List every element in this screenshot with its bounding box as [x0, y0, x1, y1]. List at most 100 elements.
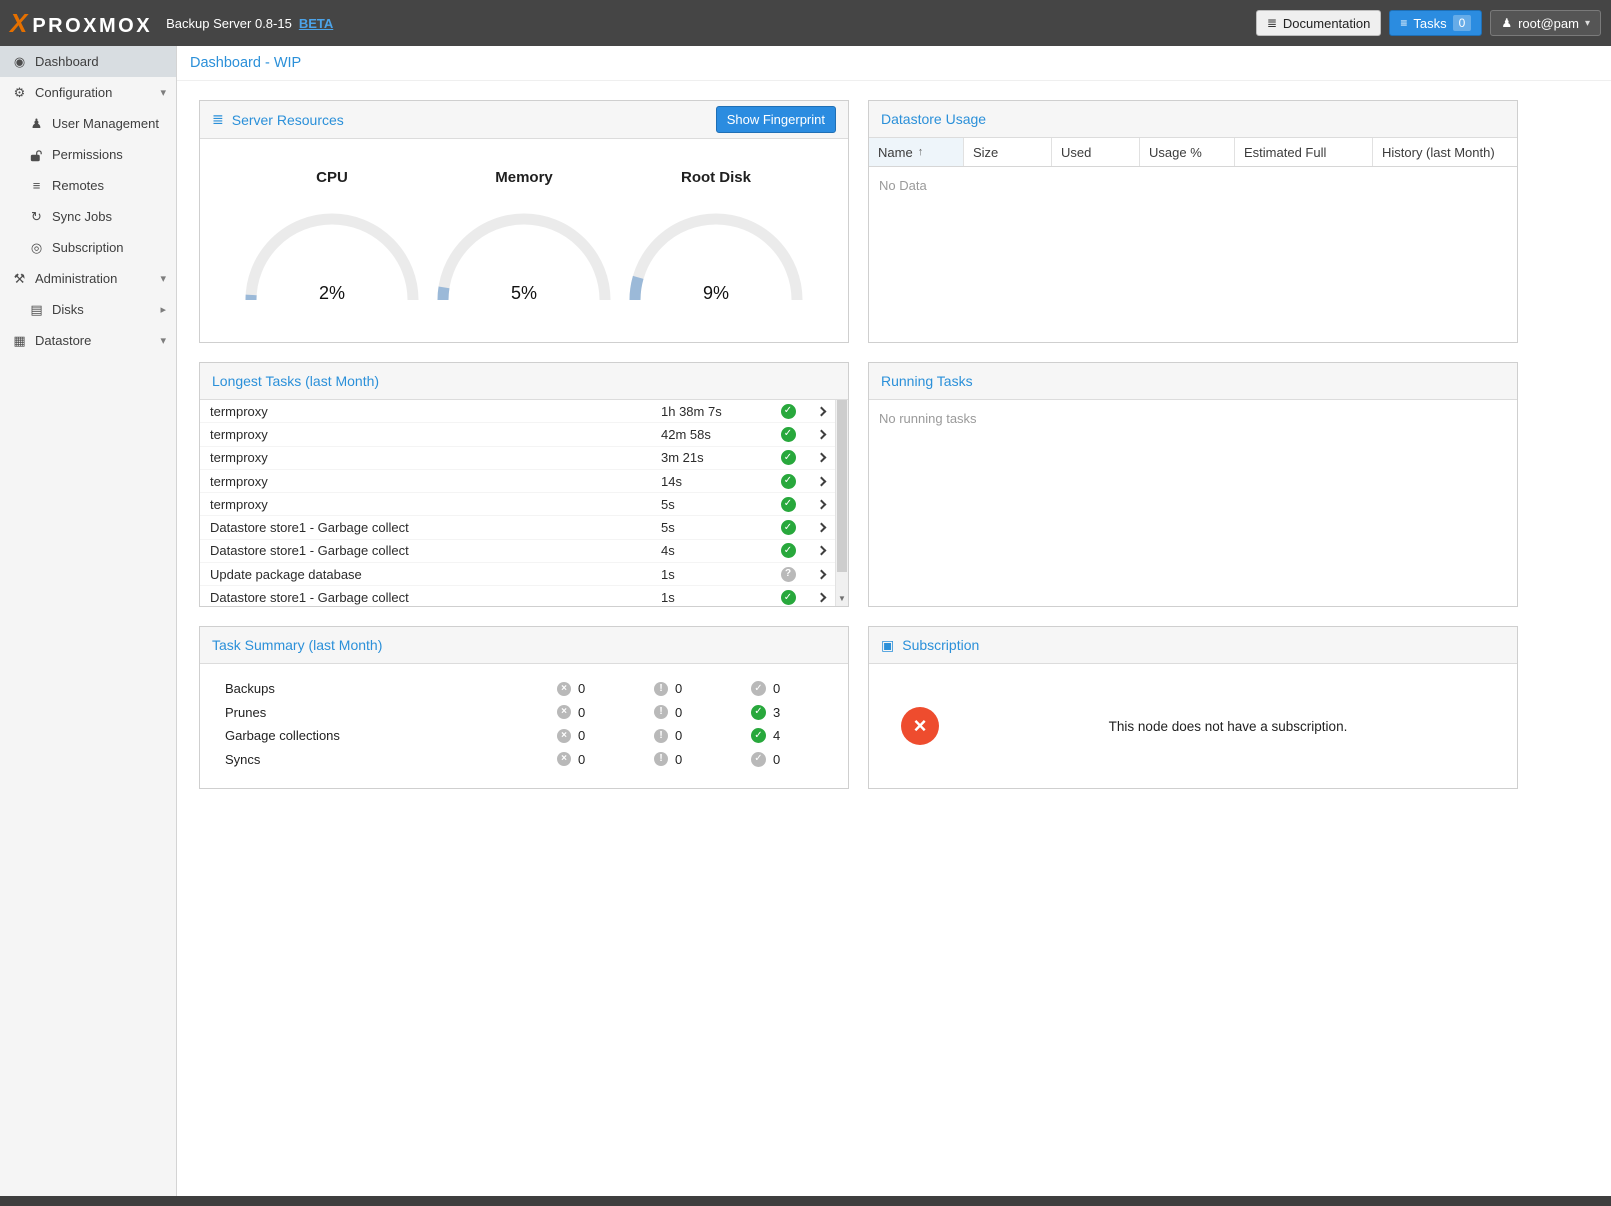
caret-down-icon[interactable]: ▾: [160, 86, 166, 99]
sidebar-item-user-management[interactable]: ♟ User Management: [0, 108, 176, 139]
chevron-right-icon[interactable]: [807, 524, 835, 531]
panel-title: Server Resources: [232, 112, 344, 128]
sidebar-item-configuration[interactable]: ⚙ Configuration ▾: [0, 77, 176, 108]
hdd-icon: ▤: [28, 303, 45, 316]
cpu-percent: 2%: [242, 283, 422, 304]
show-fingerprint-button[interactable]: Show Fingerprint: [716, 106, 836, 133]
task-row[interactable]: termproxy 1h 38m 7s ✓: [200, 400, 835, 423]
page-title: Dashboard - WIP: [177, 46, 1611, 81]
status-ok-icon: ✓: [781, 543, 796, 558]
chevron-down-icon: ▾: [1585, 18, 1590, 29]
proxmox-x-icon: X: [10, 10, 27, 36]
life-ring-icon: ◎: [28, 241, 45, 254]
summary-row-syncs: Syncs ×0 !0 ✓0: [200, 748, 848, 772]
column-header-used[interactable]: Used: [1052, 138, 1140, 166]
tachometer-icon: ◉: [11, 55, 28, 68]
task-row[interactable]: Datastore store1 - Garbage collect 1s ✓: [200, 586, 835, 606]
ok-circle-icon: ✓: [751, 728, 766, 743]
ok-circle-icon: ✓: [751, 681, 766, 696]
status-ok-icon: ✓: [781, 474, 796, 489]
panel-title: Task Summary (last Month): [212, 637, 382, 653]
scroll-down-arrow-icon[interactable]: ▼: [836, 590, 848, 606]
sidebar-item-dashboard[interactable]: ◉ Dashboard: [0, 46, 176, 77]
sidebar: ◉ Dashboard ⚙ Configuration ▾ ♟ User Man…: [0, 46, 177, 1196]
task-row[interactable]: termproxy 14s ✓: [200, 470, 835, 493]
panel-title: Longest Tasks (last Month): [212, 373, 379, 389]
column-header-usage-pct[interactable]: Usage %: [1140, 138, 1235, 166]
status-ok-icon: ✓: [781, 497, 796, 512]
sidebar-item-sync-jobs[interactable]: ↻ Sync Jobs: [0, 201, 176, 232]
warning-circle-icon: !: [654, 752, 668, 766]
tasks-button[interactable]: ≡ Tasks 0: [1389, 10, 1482, 36]
resources-icon: ≣: [212, 111, 224, 128]
error-circle-icon: ×: [557, 752, 571, 766]
chevron-right-icon[interactable]: [807, 501, 835, 508]
server-resources-panel: ≣ Server Resources Show Fingerprint CPU: [199, 100, 849, 343]
memory-percent: 5%: [434, 283, 614, 304]
status-ok-icon: ✓: [781, 427, 796, 442]
sidebar-item-permissions[interactable]: Permissions: [0, 139, 176, 170]
caret-down-icon[interactable]: ▾: [160, 334, 166, 347]
proxmox-logo: X PROXMOX: [10, 10, 152, 36]
list-icon: ≡: [1400, 16, 1407, 30]
scrollbar-thumb[interactable]: [837, 400, 847, 572]
sort-ascending-icon: ↑: [918, 146, 924, 158]
version-text: Backup Server 0.8-15: [166, 16, 292, 31]
warning-circle-icon: !: [654, 705, 668, 719]
scrollbar[interactable]: ▼: [835, 400, 848, 606]
longest-tasks-panel: Longest Tasks (last Month) termproxy 1h …: [199, 362, 849, 607]
task-row[interactable]: Update package database 1s ?: [200, 563, 835, 586]
beta-link[interactable]: BETA: [299, 16, 333, 31]
error-circle-icon: ×: [557, 682, 571, 696]
column-header-history[interactable]: History (last Month): [1373, 138, 1517, 166]
sidebar-item-administration[interactable]: ⚒ Administration ▾: [0, 263, 176, 294]
sidebar-item-disks[interactable]: ▤ Disks ▸: [0, 294, 176, 325]
cpu-gauge: CPU 2%: [242, 155, 422, 304]
chevron-right-icon[interactable]: [807, 547, 835, 554]
gears-icon: ⚙: [11, 86, 28, 99]
user-menu-button[interactable]: ♟ root@pam ▾: [1490, 10, 1601, 36]
chevron-right-icon[interactable]: [807, 594, 835, 601]
column-header-name[interactable]: Name ↑: [869, 138, 964, 166]
panel-title: Subscription: [902, 637, 979, 653]
person-icon: ♟: [28, 117, 45, 130]
datastore-table-header: Name ↑ Size Used Usage % Estimated Full …: [869, 138, 1517, 167]
status-ok-icon: ✓: [781, 450, 796, 465]
sidebar-item-remotes[interactable]: ≡ Remotes: [0, 170, 176, 201]
documentation-button[interactable]: ≣ Documentation: [1256, 10, 1382, 36]
warning-circle-icon: !: [654, 682, 668, 696]
ok-circle-icon: ✓: [751, 705, 766, 720]
error-circle-icon: ×: [557, 705, 571, 719]
running-tasks-panel: Running Tasks No running tasks: [868, 362, 1518, 607]
summary-row-backups: Backups ×0 !0 ✓0: [200, 677, 848, 701]
task-row[interactable]: Datastore store1 - Garbage collect 4s ✓: [200, 540, 835, 563]
memory-gauge: Memory 5%: [434, 155, 614, 304]
sidebar-item-datastore[interactable]: ▦ Datastore ▾: [0, 325, 176, 356]
book-icon: ≣: [1267, 16, 1277, 30]
column-header-estimated-full[interactable]: Estimated Full: [1235, 138, 1373, 166]
chevron-right-icon[interactable]: [807, 454, 835, 461]
error-circle-icon: ×: [557, 729, 571, 743]
summary-row-garbage-collections: Garbage collections ×0 !0 ✓4: [200, 724, 848, 748]
sidebar-item-subscription[interactable]: ◎ Subscription: [0, 232, 176, 263]
status-ok-icon: ✓: [781, 404, 796, 419]
panel-title: Datastore Usage: [881, 111, 986, 127]
task-row[interactable]: Datastore store1 - Garbage collect 5s ✓: [200, 516, 835, 539]
chevron-right-icon[interactable]: [807, 478, 835, 485]
column-header-size[interactable]: Size: [964, 138, 1052, 166]
caret-right-icon[interactable]: ▸: [160, 303, 166, 316]
task-summary-panel: Task Summary (last Month) Backups ×0 !0 …: [199, 626, 849, 789]
no-subscription-x-icon: ×: [901, 707, 939, 745]
bottom-bar: [0, 1196, 1611, 1206]
task-row[interactable]: termproxy 3m 21s ✓: [200, 447, 835, 470]
tasks-count-badge: 0: [1453, 15, 1472, 31]
chevron-right-icon[interactable]: [807, 431, 835, 438]
chevron-right-icon[interactable]: [807, 571, 835, 578]
panel-title: Running Tasks: [881, 373, 973, 389]
no-data-text: No Data: [869, 167, 1517, 204]
subscription-panel: ▣ Subscription × This node does not have…: [868, 626, 1518, 789]
chevron-right-icon[interactable]: [807, 408, 835, 415]
task-row[interactable]: termproxy 42m 58s ✓: [200, 423, 835, 446]
task-row[interactable]: termproxy 5s ✓: [200, 493, 835, 516]
caret-down-icon[interactable]: ▾: [160, 272, 166, 285]
